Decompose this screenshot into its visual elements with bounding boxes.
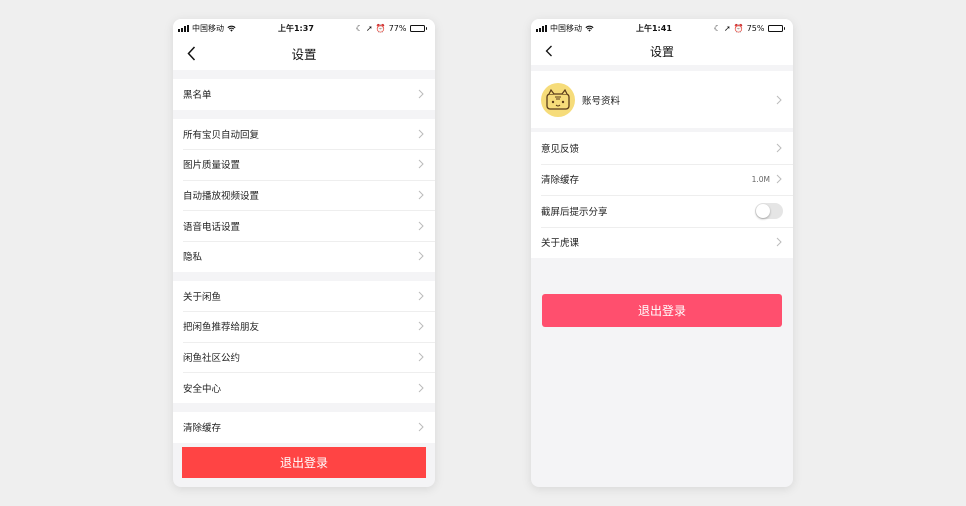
settings-item-label: 安全中心 (183, 383, 222, 395)
moon-icon: ☾ (355, 23, 364, 33)
settings-group-3: 关于闲鱼 把闲鱼推荐给朋友 闲鱼社区公约 安全中心 (173, 280, 435, 403)
settings-item-voice-call[interactable]: 语音电话设置 (173, 210, 435, 241)
chevron-right-icon (417, 250, 425, 262)
settings-item-label: 所有宝贝自动回复 (183, 129, 260, 141)
settings-item-security[interactable]: 安全中心 (173, 372, 435, 403)
settings-group-4: 清除缓存 (173, 411, 435, 443)
settings-item-clear-cache[interactable]: 清除缓存 (173, 412, 435, 443)
settings-item-auto-reply[interactable]: 所有宝贝自动回复 (173, 119, 435, 150)
settings-item-community-rules[interactable]: 闲鱼社区公约 (173, 341, 435, 373)
settings-group-2: 所有宝贝自动回复 图片质量设置 自动播放视频设置 语音电话设置 隐私 (173, 118, 435, 272)
location-icon: ➚ (724, 23, 731, 33)
settings-item-blacklist[interactable]: 黑名单 (173, 79, 435, 110)
nav-bar: 设置 (173, 37, 435, 70)
back-button[interactable] (183, 44, 199, 62)
screenshot-share-toggle[interactable] (755, 202, 783, 219)
settings-item-clear-cache[interactable]: 清除缓存 1.0M (531, 163, 793, 196)
toggle-knob (756, 203, 770, 218)
chevron-right-icon (775, 142, 783, 154)
back-button[interactable] (541, 42, 557, 60)
settings-item-feedback[interactable]: 意见反馈 (531, 132, 793, 164)
nav-bar: 设置 (531, 37, 793, 65)
chevron-right-icon (417, 421, 425, 433)
profile-label: 账号资料 (582, 95, 621, 107)
phone-screen-1: 中国移动 上午1:37 ☾ ➚ ⏰ 77% 设置 黑名单 所有宝贝自动回复 图片… (173, 19, 435, 487)
chevron-right-icon (775, 94, 783, 106)
status-time: 上午1:41 (635, 23, 672, 33)
settings-item-label: 关于虎课 (541, 238, 580, 250)
settings-group: 意见反馈 清除缓存 1.0M 截屏后提示分享 关于虎课 (531, 132, 793, 258)
settings-item-label: 自动播放视频设置 (183, 191, 260, 203)
chevron-right-icon (417, 220, 425, 232)
settings-item-label: 语音电话设置 (183, 221, 241, 233)
wifi-icon (227, 25, 236, 32)
chevron-left-icon (545, 45, 552, 57)
chevron-right-icon (417, 290, 425, 302)
chevron-right-icon (775, 236, 783, 248)
phone-screen-2: 中国移动 上午1:41 ☾ ➚ ⏰ 75% 设置 账号资料 意见反馈 清除缓存 … (531, 19, 793, 487)
chevron-right-icon (417, 128, 425, 140)
settings-item-about[interactable]: 关于闲鱼 (173, 281, 435, 312)
battery-icon (767, 24, 785, 32)
status-bar: 中国移动 上午1:37 ☾ ➚ ⏰ 77% (173, 19, 435, 37)
chevron-right-icon (417, 88, 425, 100)
settings-group-1: 黑名单 (173, 79, 435, 110)
chevron-right-icon (417, 158, 425, 170)
page-title: 设置 (291, 47, 317, 62)
moon-icon: ☾ (713, 23, 722, 33)
signal-icon (178, 24, 189, 32)
settings-item-autoplay-video[interactable]: 自动播放视频设置 (173, 179, 435, 211)
battery-icon (409, 24, 427, 32)
settings-item-image-quality[interactable]: 图片质量设置 (173, 149, 435, 180)
account-profile-row[interactable]: 账号资料 (531, 71, 793, 128)
signal-icon (536, 24, 547, 32)
settings-item-label: 闲鱼社区公约 (183, 353, 241, 365)
chevron-right-icon (417, 382, 425, 394)
settings-item-label: 隐私 (183, 252, 203, 264)
settings-item-label: 图片质量设置 (183, 160, 241, 172)
cache-size-value: 1.0M (751, 174, 770, 184)
page-title: 设置 (649, 44, 674, 59)
settings-item-screenshot-share: 截屏后提示分享 (531, 195, 793, 227)
tiger-mascot-icon (546, 88, 570, 110)
wifi-icon (585, 25, 594, 32)
battery-percent: 77% (388, 23, 407, 33)
settings-item-label: 黑名单 (183, 90, 212, 102)
settings-item-label: 意见反馈 (541, 143, 580, 155)
carrier-label: 中国移动 (550, 23, 582, 33)
logout-button[interactable]: 退出登录 (542, 294, 782, 327)
settings-item-privacy[interactable]: 隐私 (173, 240, 435, 272)
settings-item-label: 关于闲鱼 (183, 291, 222, 303)
settings-item-label: 清除缓存 (183, 423, 222, 435)
chevron-right-icon (775, 173, 783, 185)
settings-item-label: 截屏后提示分享 (541, 206, 608, 218)
chevron-right-icon (417, 320, 425, 332)
profile-group: 账号资料 (531, 71, 793, 128)
alarm-icon: ⏰ (733, 23, 744, 33)
settings-item-label: 清除缓存 (541, 175, 580, 187)
chevron-left-icon (186, 45, 195, 61)
chevron-right-icon (417, 189, 425, 201)
status-time: 上午1:37 (277, 23, 314, 33)
settings-item-label: 把闲鱼推荐给朋友 (183, 322, 260, 334)
settings-item-recommend[interactable]: 把闲鱼推荐给朋友 (173, 311, 435, 342)
settings-item-about[interactable]: 关于虎课 (531, 226, 793, 259)
chevron-right-icon (417, 351, 425, 363)
logout-button[interactable]: 退出登录 (182, 447, 426, 478)
alarm-icon: ⏰ (375, 23, 386, 33)
carrier-label: 中国移动 (192, 23, 224, 33)
status-bar: 中国移动 上午1:41 ☾ ➚ ⏰ 75% (531, 19, 793, 37)
avatar (541, 82, 575, 117)
location-icon: ➚ (366, 23, 373, 33)
battery-percent: 75% (746, 23, 765, 33)
